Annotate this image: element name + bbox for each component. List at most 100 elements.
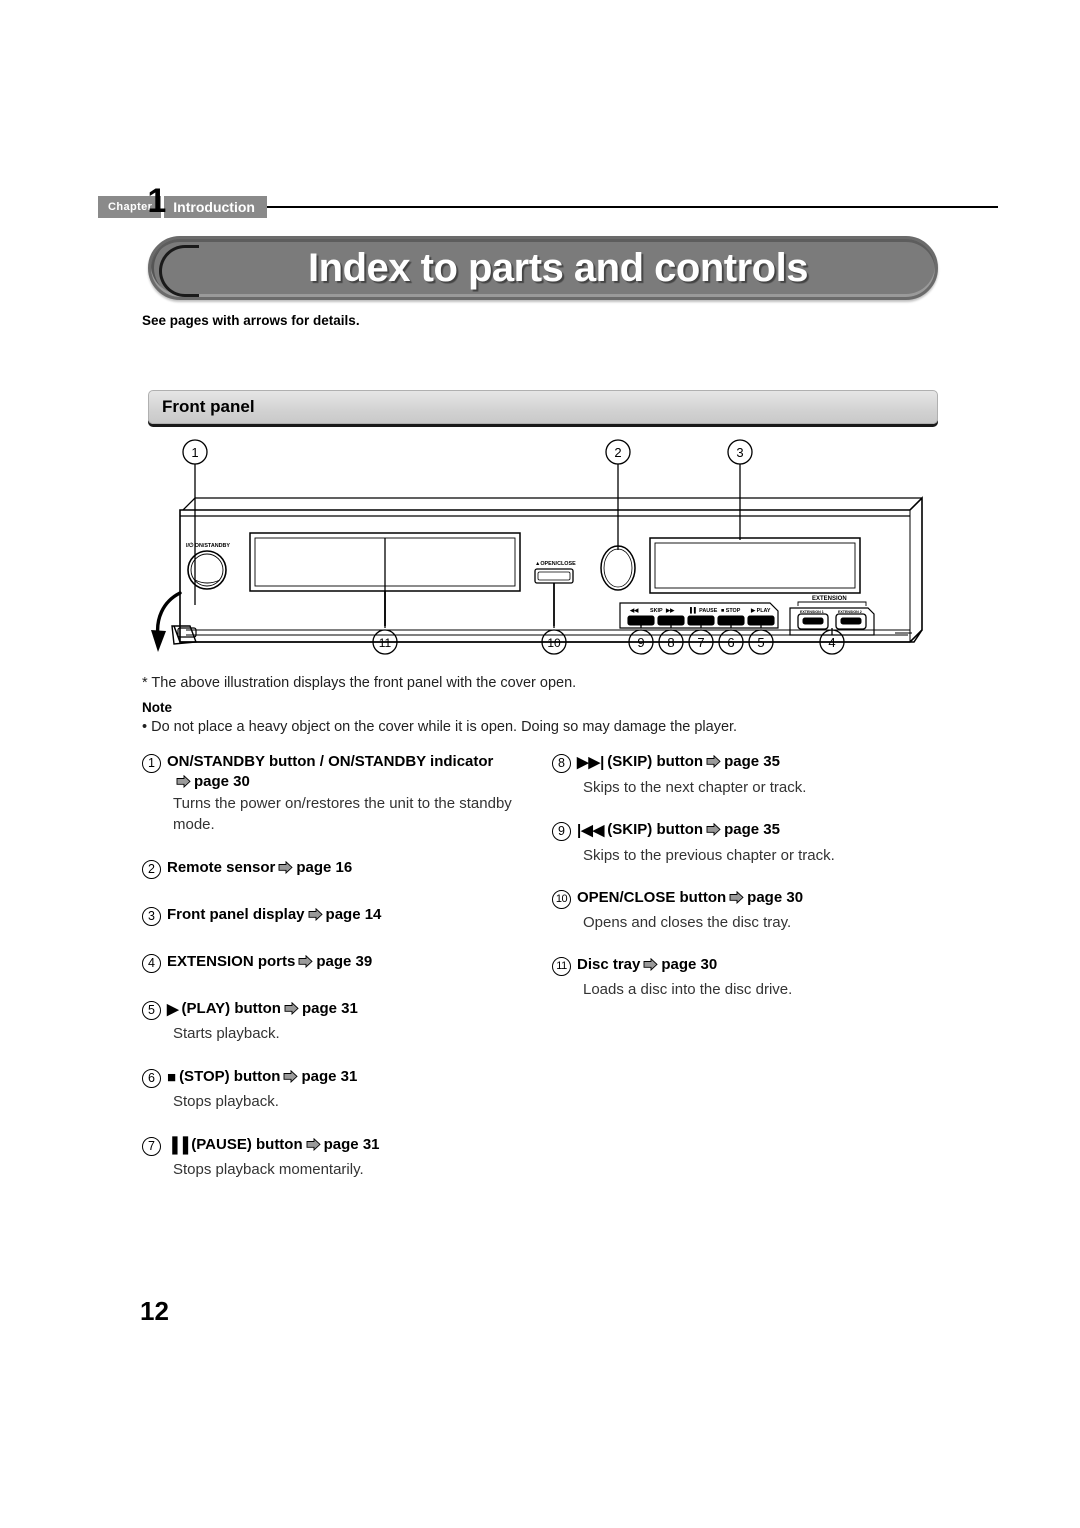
callout-5: 5: [757, 635, 764, 650]
transport-glyph-icon: ▐▐: [167, 1136, 189, 1154]
callout-2: 2: [614, 445, 621, 460]
legend-number-badge: 9: [552, 821, 571, 841]
page-arrow-icon: [278, 860, 294, 874]
legend-page-ref[interactable]: page 31: [301, 1068, 357, 1085]
legend-item-title: Remote sensor page 16: [167, 858, 542, 879]
legend-page-ref[interactable]: page 35: [724, 753, 780, 770]
legend-page-ref[interactable]: page 30: [661, 956, 717, 973]
legend-item-title: ■ (STOP) button page 31: [167, 1067, 542, 1089]
legend-item-title: ▐▐ (PAUSE) button page 31: [167, 1135, 542, 1157]
legend-item-description: Opens and closes the disc tray.: [583, 913, 792, 931]
page-arrow-icon: [729, 890, 744, 904]
legend-item-description: Starts playback.: [173, 1025, 280, 1043]
legend-item-heading: 5 ▶ (PLAY) button page 31: [142, 999, 542, 1021]
legend-number-badge: 6: [142, 1068, 161, 1088]
callout-9: 9: [637, 635, 644, 650]
legend-item-title: Disc tray page 30: [577, 955, 962, 976]
legend-item-10: 10 OPEN/CLOSE button page 30 Opens and clos…: [552, 888, 962, 933]
skip-print-label: SKIP: [650, 608, 663, 614]
section-heading-label: Front panel: [162, 397, 255, 416]
callout-3: 3: [736, 445, 743, 460]
legend-item-description: Stops playback momentarily.: [173, 1161, 364, 1179]
chapter-rule: [266, 196, 998, 218]
note-label: Note: [142, 700, 172, 715]
chapter-breadcrumb: Chapter 1 Introduction: [98, 184, 998, 222]
page-arrow-icon: [308, 907, 323, 921]
legend-item-heading: 4 EXTENSION ports page 39: [142, 952, 542, 973]
illustration-footnote: * The above illustration displays the fr…: [142, 675, 577, 691]
extension-port1-print-label: EXTENSION 1: [800, 610, 824, 614]
legend-item-title: |◀◀ (SKIP) button page 35: [577, 820, 962, 842]
transport-glyph-icon: ■: [167, 1068, 177, 1086]
page-arrow-icon: [283, 1069, 299, 1083]
page-number: 12: [140, 1296, 169, 1326]
legend-page-ref[interactable]: page 30: [747, 889, 803, 906]
legend-page-ref[interactable]: page 30: [194, 773, 250, 790]
legend-number-badge: 4: [142, 953, 161, 973]
intro-line: See pages with arrows for details.: [142, 313, 360, 328]
legend-title-text: EXTENSION ports: [167, 952, 296, 970]
legend-item-description: Stops playback.: [173, 1093, 279, 1111]
legend-number-badge: 7: [142, 1136, 161, 1156]
stop-print-label: ■ STOP: [721, 608, 741, 614]
page-title: Index to parts and controls: [308, 245, 808, 290]
legend-item-9: 9 |◀◀ (SKIP) button page 35 Skips to the pre…: [552, 820, 962, 866]
legend-page-ref[interactable]: page 31: [302, 1000, 358, 1017]
legend-item-heading: 8 ▶▶| (SKIP) button page 35: [552, 752, 962, 774]
legend-item-1: 1 ON/STANDBY button / ON/STANDBY indicato…: [142, 752, 542, 836]
callout-4: 4: [828, 635, 835, 650]
legend-title-text: (STOP) button: [179, 1067, 281, 1085]
page-title-banner: Index to parts and controls: [148, 236, 938, 300]
callout-1: 1: [191, 445, 198, 460]
legend-title-text: (PAUSE) button: [191, 1135, 303, 1153]
legend-number-badge: 8: [552, 754, 571, 773]
legend-item-heading: 11 Disc tray page 30: [552, 955, 962, 977]
legend-title-text: ON/STANDBY button / ON/STANDBY indicator: [167, 753, 494, 770]
legend-page-ref[interactable]: page 35: [724, 821, 780, 838]
skip-next-print-label: ▶▶: [665, 608, 675, 614]
legend-item-title: Front panel display page 14: [167, 905, 542, 926]
legend-column-left: 1 ON/STANDBY button / ON/STANDBY indicato…: [142, 752, 542, 1203]
legend-page-ref[interactable]: page 14: [326, 906, 382, 923]
legend-item-11: 11 Disc tray page 30 Loads a disc into the …: [552, 955, 962, 1000]
legend-title-text: (SKIP) button: [607, 820, 704, 838]
callout-10: 10: [547, 636, 561, 650]
extension-port2-print-label: EXTENSION 2: [838, 610, 862, 614]
page-arrow-icon: [176, 775, 191, 788]
section-heading-bar: Front panel: [148, 390, 938, 424]
legend-item-heading: 7 ▐▐ (PAUSE) button page 31: [142, 1135, 542, 1157]
legend-page-ref[interactable]: page 39: [316, 953, 372, 970]
legend-item-3: 3 Front panel display page 14: [142, 905, 542, 926]
legend-title-text: (PLAY) button: [181, 999, 281, 1017]
legend-page-ref[interactable]: page 16: [296, 859, 352, 876]
legend-page-ref[interactable]: page 31: [324, 1136, 380, 1153]
callout-6: 6: [727, 635, 734, 650]
note-text: • Do not place a heavy object on the cov…: [142, 719, 738, 735]
page-arrow-icon: [643, 958, 659, 972]
legend-item-description: Loads a disc into the disc drive.: [583, 981, 793, 999]
page-arrow-icon: [306, 1137, 321, 1151]
legend-column-right: 8 ▶▶| (SKIP) button page 35 Skips to the nex…: [552, 752, 962, 1023]
transport-glyph-icon: |◀◀: [577, 821, 605, 839]
legend-title-text: OPEN/CLOSE button: [577, 888, 727, 906]
chapter-number: 1: [147, 182, 167, 220]
standby-print-label: I/⏻ ON/STANDBY: [186, 542, 230, 549]
banner-arc-decoration: [159, 245, 199, 297]
legend-item-8: 8 ▶▶| (SKIP) button page 35 Skips to the nex…: [552, 752, 962, 798]
legend-item-5: 5 ▶ (PLAY) button page 31 Starts playback.: [142, 999, 542, 1045]
callout-8: 8: [667, 635, 674, 650]
front-panel-diagram: I/⏻ ON/STANDBY ▲OPEN/CLOSE ◀◀ SKIP ▶▶ ▌▌…: [150, 430, 950, 665]
legend-number-badge: 5: [142, 1000, 161, 1020]
legend-item-description: Skips to the previous chapter or track.: [583, 846, 835, 864]
page-arrow-icon: [706, 755, 721, 768]
legend-item-heading: 6 ■ (STOP) button page 31: [142, 1067, 542, 1089]
chapter-title: Introduction: [164, 196, 267, 218]
legend-number-badge: 11: [552, 957, 571, 977]
legend-item-title: OPEN/CLOSE button page 30: [577, 888, 962, 909]
legend-title-text: Front panel display: [167, 905, 305, 923]
legend-item-4: 4 EXTENSION ports page 39: [142, 952, 542, 973]
legend-title-text: Remote sensor: [167, 858, 276, 876]
open-close-print-label: ▲OPEN/CLOSE: [535, 561, 576, 567]
legend-item-title: ▶▶| (SKIP) button page 35: [577, 752, 962, 774]
extension-print-label: EXTENSION: [812, 596, 847, 602]
